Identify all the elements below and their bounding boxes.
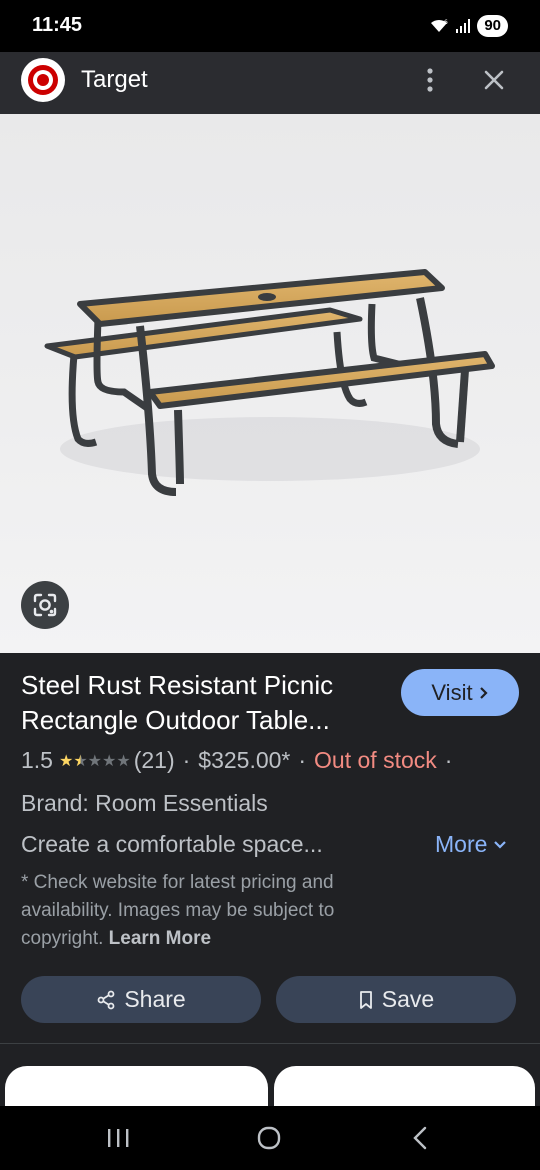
recent-apps-icon[interactable] bbox=[106, 1128, 130, 1148]
google-lens-button[interactable] bbox=[21, 581, 69, 629]
more-button[interactable]: More bbox=[435, 831, 507, 858]
system-nav-bar bbox=[0, 1106, 540, 1170]
battery-indicator: 90 bbox=[477, 15, 508, 37]
learn-more-link[interactable]: Learn More bbox=[109, 928, 211, 949]
star-empty-icon: ★ bbox=[87, 752, 103, 770]
bookmark-icon bbox=[359, 990, 372, 1009]
signal-icon bbox=[456, 19, 471, 33]
disclaimer: * Check website for latest pricing and a… bbox=[21, 869, 401, 953]
product-description: Create a comfortable space... bbox=[21, 831, 323, 857]
app-header: Target bbox=[0, 52, 540, 114]
stock-status: Out of stock bbox=[314, 747, 437, 773]
half-star-icon: ★ bbox=[73, 752, 88, 770]
product-image[interactable] bbox=[0, 114, 540, 653]
home-icon[interactable] bbox=[257, 1126, 281, 1150]
more-label: More bbox=[435, 831, 488, 857]
brand-line: Brand: Room Essentials bbox=[21, 790, 268, 816]
review-count: (21) bbox=[133, 747, 175, 773]
product-price: $325.00* bbox=[198, 747, 291, 773]
target-logo bbox=[21, 58, 65, 102]
status-time: 11:45 bbox=[32, 14, 83, 36]
star-icon: ★ bbox=[58, 752, 74, 770]
rating-value: 1.5 bbox=[21, 747, 53, 773]
share-button[interactable]: Share bbox=[21, 976, 261, 1023]
picnic-table-image bbox=[44, 269, 495, 496]
visit-button[interactable]: Visit bbox=[401, 669, 519, 716]
lens-icon bbox=[33, 593, 57, 617]
star-empty-icon: ★ bbox=[116, 752, 131, 770]
chevron-down-icon bbox=[494, 840, 507, 849]
save-label: Save bbox=[381, 986, 435, 1012]
chevron-right-icon bbox=[479, 686, 488, 699]
header-title: Target bbox=[81, 66, 148, 93]
svg-text:6: 6 bbox=[444, 19, 448, 26]
share-icon bbox=[97, 990, 115, 1009]
more-options-icon[interactable] bbox=[418, 64, 442, 96]
close-icon[interactable] bbox=[478, 64, 510, 96]
rating-stars: ★ ★ ★ ★ ★ bbox=[59, 751, 131, 771]
share-label: Share bbox=[124, 986, 186, 1012]
status-icons: 6 90 bbox=[429, 15, 508, 37]
product-title: Steel Rust Resistant Picnic Rectangle Ou… bbox=[21, 670, 334, 735]
back-icon[interactable] bbox=[410, 1126, 430, 1150]
save-button[interactable]: Save bbox=[276, 976, 516, 1023]
rating-price-line: 1.5 ★ ★ ★ ★ ★ (21) · $325.00* · Out of s… bbox=[21, 747, 453, 773]
status-bar: 11:45 6 90 bbox=[0, 0, 540, 52]
wifi-icon: 6 bbox=[431, 19, 448, 32]
star-empty-icon: ★ bbox=[102, 752, 117, 770]
visit-label: Visit bbox=[431, 679, 473, 705]
divider bbox=[0, 1043, 540, 1044]
